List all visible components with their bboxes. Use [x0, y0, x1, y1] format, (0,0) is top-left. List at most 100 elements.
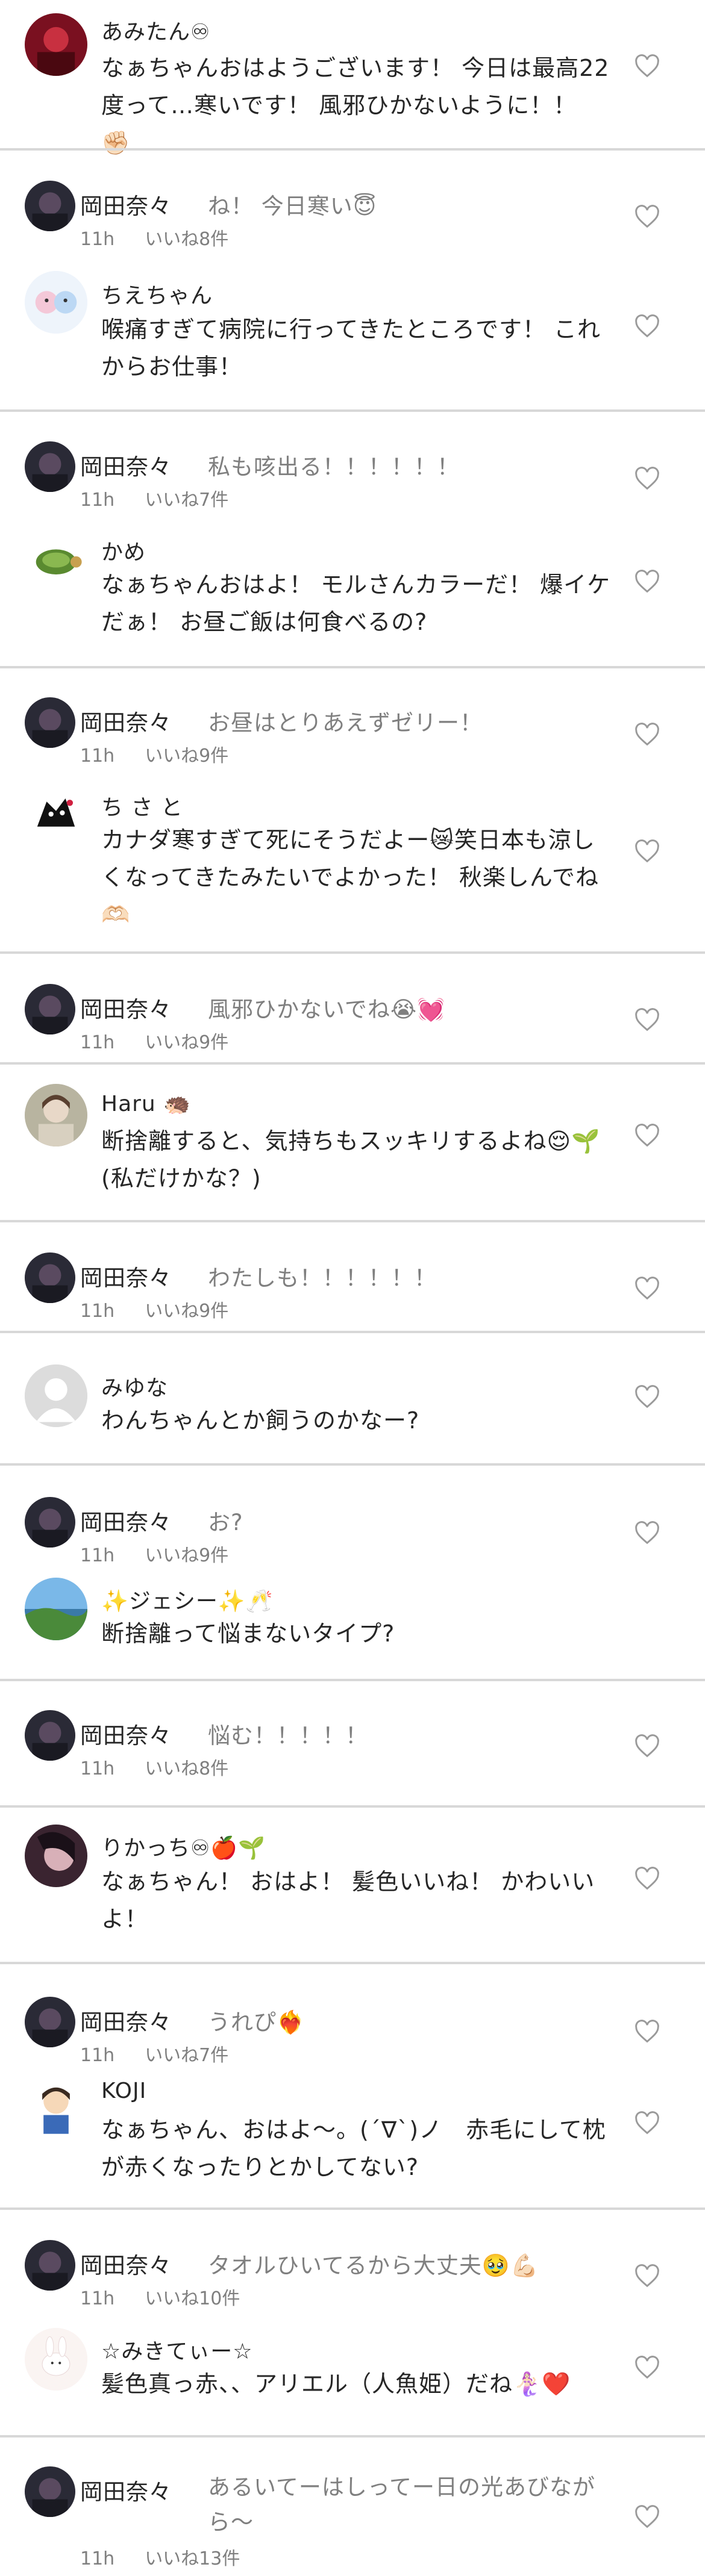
comment-username[interactable]: あみたん♾: [101, 14, 210, 46]
reply-text: わたしも！！！！！！: [208, 1265, 437, 1291]
heart-icon[interactable]: [634, 1385, 660, 1409]
heart-icon[interactable]: [634, 2356, 660, 2380]
avatar[interactable]: [25, 441, 75, 492]
avatar[interactable]: [25, 1997, 75, 2047]
separator: [0, 1962, 705, 1964]
like-count[interactable]: いいね13件: [145, 2548, 240, 2569]
reply-text: タオルひいてるから大丈夫🥹💪🏻: [208, 2253, 539, 2279]
comment-username[interactable]: ちえちゃん: [101, 278, 213, 310]
comment-text: なぁちゃん！ おはよ！ 髪色いいね！ かわいいよ！: [101, 1868, 595, 1932]
heart-icon[interactable]: [634, 2020, 660, 2044]
reply-meta: 11h いいね7件: [80, 2040, 258, 2067]
heart-icon[interactable]: [634, 723, 660, 747]
avatar[interactable]: [25, 1252, 75, 1303]
avatar[interactable]: [25, 1578, 87, 1640]
heart-icon[interactable]: [634, 570, 660, 594]
reply-username[interactable]: 岡田奈々: [80, 991, 172, 1024]
comment-text: カナダ寒すぎて死にそうだよー😿笑日本も涼しくなってきたみたいでよかった！ 秋楽し…: [101, 827, 600, 928]
reply-username[interactable]: 岡田奈々: [80, 188, 172, 220]
reply-username[interactable]: 岡田奈々: [80, 1260, 172, 1292]
avatar[interactable]: [25, 783, 87, 845]
separator: [0, 1679, 705, 1681]
reply-text: お?: [208, 1510, 243, 1535]
comment-text: わんちゃんとか飼うのかなー?: [101, 1407, 420, 1434]
reply-username[interactable]: 岡田奈々: [80, 1504, 172, 1537]
like-count[interactable]: いいね10件: [145, 2288, 240, 2309]
comment-text: 髪色真っ赤、、アリエル（人魚姫）だね🧜🏻‍♀️❤️: [101, 2371, 571, 2397]
reply-text: お昼はとりあえずゼリー！: [208, 710, 483, 736]
comment-username[interactable]: ✨ジェシー✨🥂: [101, 1584, 273, 1615]
like-count[interactable]: いいね9件: [145, 1545, 228, 1566]
avatar[interactable]: [25, 1825, 87, 1887]
comment-text: なぁちゃんおはよ！ モルさんカラーだ！ 爆イケだぁ！ お昼ご飯は何食べるの?: [101, 571, 611, 635]
separator: [0, 409, 705, 412]
avatar[interactable]: [25, 181, 75, 231]
avatar[interactable]: [25, 2076, 87, 2139]
avatar[interactable]: [25, 697, 75, 748]
avatar[interactable]: [25, 984, 75, 1034]
comment-username[interactable]: りかっち♾🍎🌱: [101, 1831, 266, 1862]
avatar[interactable]: [25, 2466, 75, 2517]
reply-username[interactable]: 岡田奈々: [80, 1717, 172, 1750]
reply-username[interactable]: 岡田奈々: [80, 449, 172, 481]
separator: [0, 1331, 705, 1333]
heart-icon[interactable]: [634, 2505, 660, 2529]
timestamp: 11h: [80, 2045, 115, 2066]
reply-meta: 11h いいね13件: [80, 2543, 270, 2570]
heart-icon[interactable]: [634, 205, 660, 229]
reply-text: 私も咳出る！！！！！！: [208, 454, 460, 480]
heart-icon[interactable]: [634, 1277, 660, 1301]
heart-icon[interactable]: [634, 467, 660, 491]
like-count[interactable]: いいね7件: [145, 490, 228, 511]
reply-meta: 11h いいね9件: [80, 741, 258, 767]
separator: [0, 1463, 705, 1466]
heart-icon[interactable]: [634, 1124, 660, 1148]
timestamp: 11h: [80, 1301, 115, 1322]
like-count[interactable]: いいね8件: [145, 1758, 228, 1779]
comment-username[interactable]: Haru 🦔: [101, 1091, 191, 1116]
like-count[interactable]: いいね9件: [145, 1032, 228, 1053]
separator: [0, 2435, 705, 2438]
separator: [0, 1805, 705, 1808]
comment-text: なぁちゃん、おはよ～。(´∇`)ノ 赤毛にして枕が赤くなったりとかしてない?: [101, 2117, 606, 2180]
reply-meta: 11h いいね10件: [80, 2283, 270, 2310]
avatar[interactable]: [25, 1084, 87, 1146]
avatar[interactable]: [25, 13, 87, 76]
reply-username[interactable]: 岡田奈々: [80, 705, 172, 737]
heart-icon[interactable]: [634, 1867, 660, 1891]
like-count[interactable]: いいね9件: [145, 745, 228, 767]
reply-username[interactable]: 岡田奈々: [80, 2004, 172, 2036]
comment-username[interactable]: KOJI: [101, 2079, 146, 2103]
heart-icon[interactable]: [634, 839, 660, 863]
comment-text: なぁちゃんおはようございます！ 今日は最高22度って…寒いです！ 風邪ひかないよ…: [101, 55, 610, 156]
heart-icon[interactable]: [634, 54, 660, 78]
separator: [0, 2207, 705, 2210]
heart-icon[interactable]: [634, 2264, 660, 2288]
reply-meta: 11h いいね9件: [80, 1540, 258, 1567]
reply-username[interactable]: 岡田奈々: [80, 2247, 172, 2280]
heart-icon[interactable]: [634, 2111, 660, 2135]
reply-text: 風邪ひかないでね😭💓: [208, 997, 446, 1022]
heart-icon[interactable]: [634, 1008, 660, 1032]
comment-username[interactable]: ☆みきてぃー☆: [101, 2334, 253, 2365]
comment-username[interactable]: かめ: [101, 535, 146, 566]
like-count[interactable]: いいね7件: [145, 2045, 228, 2066]
comment-username[interactable]: みゆな: [101, 1370, 168, 1402]
reply-text: うれぴ❤️‍🔥: [208, 2009, 306, 2035]
like-count[interactable]: いいね8件: [145, 229, 228, 250]
heart-icon[interactable]: [634, 314, 660, 338]
avatar[interactable]: [25, 527, 87, 590]
like-count[interactable]: いいね9件: [145, 1301, 228, 1322]
avatar[interactable]: [25, 1710, 75, 1761]
timestamp: 11h: [80, 1545, 115, 1566]
timestamp: 11h: [80, 2548, 115, 2569]
avatar[interactable]: [25, 2328, 87, 2391]
avatar[interactable]: [25, 2240, 75, 2291]
avatar[interactable]: [25, 1497, 75, 1548]
heart-icon[interactable]: [634, 1521, 660, 1545]
reply-username[interactable]: 岡田奈々: [80, 2474, 172, 2506]
avatar[interactable]: [25, 271, 87, 334]
heart-icon[interactable]: [634, 1734, 660, 1758]
comment-username[interactable]: ち さ と: [101, 790, 183, 821]
avatar[interactable]: [25, 1364, 87, 1427]
